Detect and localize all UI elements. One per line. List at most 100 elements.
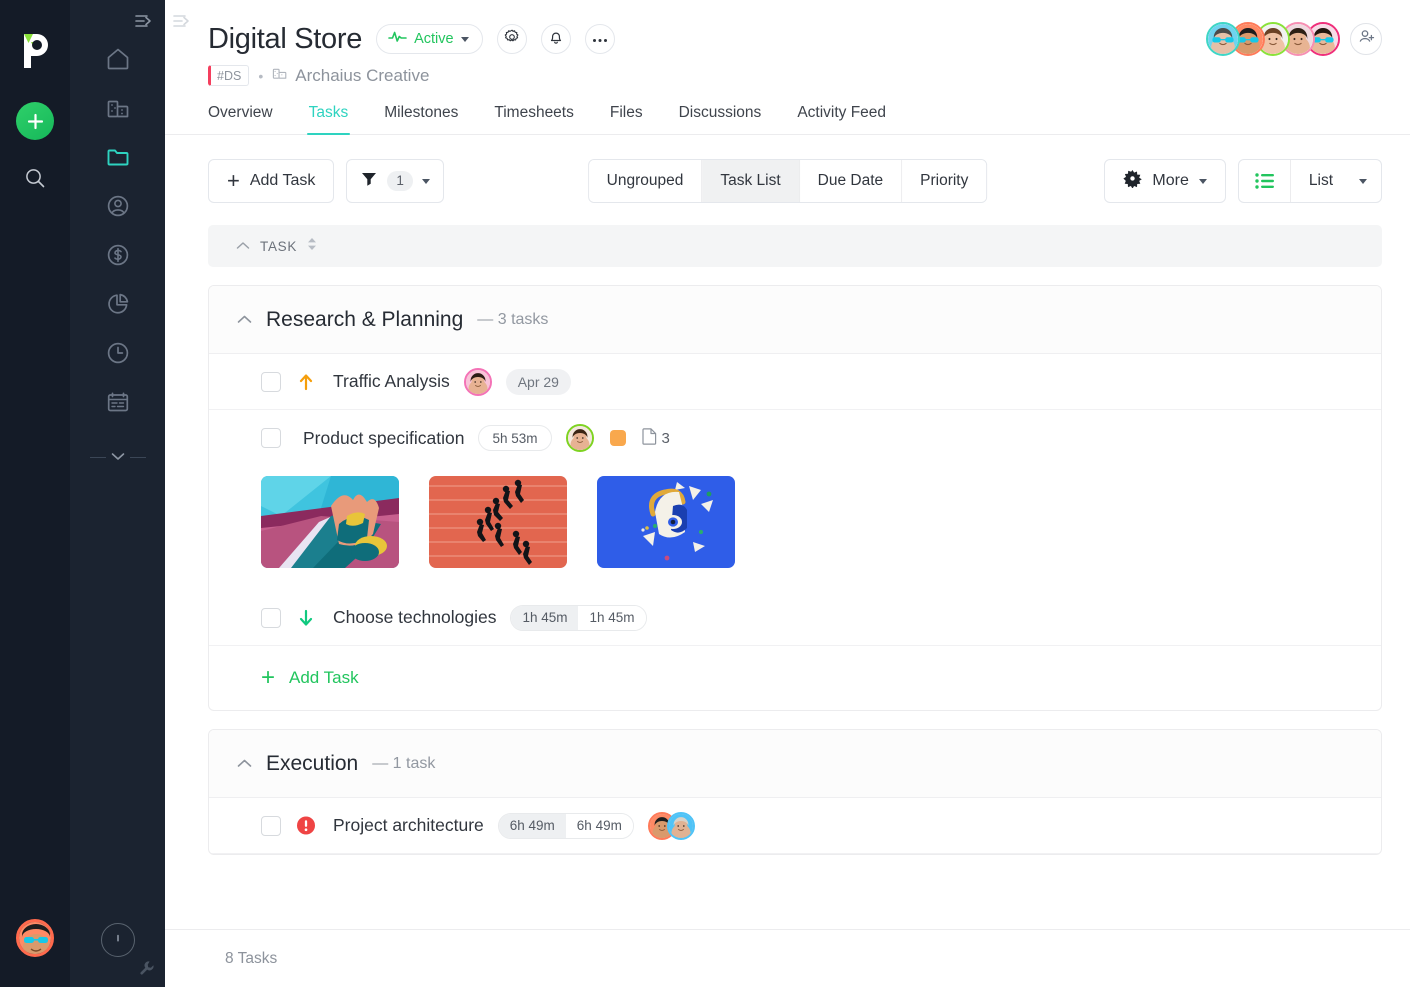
add-person-icon [1358,28,1375,50]
sidebar-item-projects[interactable] [95,136,141,182]
thumbnail-hands-artwork[interactable] [261,476,399,568]
add-task-button[interactable]: + Add Task [208,159,335,203]
time-estimate: 1h 45m [578,605,646,630]
sidebar-item-people[interactable] [95,185,141,231]
group-option-task-list[interactable]: Task List [702,160,800,202]
more-label: More [1152,172,1189,189]
project-header: Digital Store Active #DS • Archaius Crea… [165,0,1410,86]
project-tabs: Overview Tasks Milestones Timesheets Files Di… [165,104,1410,135]
nav-expand-divider[interactable] [89,448,146,466]
group-option-priority[interactable]: Priority [902,160,987,202]
task-column-header[interactable]: TASK [208,225,1382,267]
group-option-due-date[interactable]: Due Date [799,160,903,202]
tab-tasks[interactable]: Tasks [306,104,350,135]
add-member-button[interactable] [1350,23,1382,55]
pie-chart-icon [105,291,131,322]
avatar[interactable] [666,811,695,840]
group-option-ungrouped[interactable]: Ungrouped [588,160,703,202]
thumbnail-running-track[interactable] [429,476,567,568]
task-column-label: TASK [260,238,298,254]
group-task-count: — 3 tasks [477,310,549,328]
more-options-button[interactable] [584,24,615,54]
tab-overview[interactable]: Overview [208,104,273,134]
task-checkbox[interactable] [261,815,281,836]
status-badge[interactable]: Active [376,24,483,54]
grouping-segment-control: Ungrouped Task List Due Date Priority [587,159,988,203]
settings-button[interactable] [496,24,527,54]
avatar[interactable] [463,367,492,396]
notifications-button[interactable] [540,24,571,54]
sidebar-item-company[interactable] [95,87,141,133]
paymo-logo[interactable] [18,30,52,70]
group-header[interactable]: Research & Planning — 3 tasks [209,286,1381,354]
task-name[interactable]: Traffic Analysis [333,371,450,392]
tab-discussions[interactable]: Discussions [679,104,762,134]
add-task-inline-label: Add Task [289,668,359,687]
collapse-sidebar-icon[interactable] [135,14,153,33]
tasks-body: + Add Task 1 Ungrouped Task List Due Date P… [165,135,1410,929]
group-task-count: — 1 task [372,754,436,772]
task-name[interactable]: Product specification [303,428,464,449]
more-button[interactable]: More [1104,159,1226,203]
due-date-badge: Apr 29 [505,368,571,395]
time-logged: 6h 49m [498,813,566,838]
organization-link[interactable]: Archaius Creative [272,66,429,86]
info-icon[interactable] [100,923,135,957]
clock-icon [105,340,131,371]
chevron-up-icon[interactable] [236,237,250,255]
table-row[interactable]: Choose technologies 1h 45m 1h 45m [209,590,1381,646]
status-badge[interactable] [609,430,626,446]
chevron-up-icon[interactable] [237,755,252,773]
current-user-avatar[interactable] [16,919,54,957]
time-badge: 5h 53m [478,425,552,451]
sidebar-item-scheduling[interactable] [95,381,141,427]
user-circle-icon [105,193,131,224]
attachment-count[interactable]: 3 [641,427,670,449]
sidebar-item-timesheets[interactable] [95,332,141,378]
sidebar-item-dashboard[interactable] [95,38,141,84]
add-task-inline-button[interactable]: + Add Task [209,646,1381,710]
list-view-icon[interactable] [1239,160,1291,202]
building-icon [105,95,131,126]
folder-icon [105,144,131,175]
avatar[interactable] [565,424,594,452]
collapse-rail-row [70,0,165,32]
task-name[interactable]: Project architecture [333,815,484,836]
table-row[interactable]: Traffic Analysis Apr 29 [209,354,1381,410]
task-checkbox[interactable] [261,428,281,448]
wrench-icon[interactable] [139,960,155,981]
gear-icon [504,29,520,50]
member-avatar-stack[interactable] [1206,22,1340,56]
tab-timesheets[interactable]: Timesheets [494,104,574,134]
collapse-panel-icon[interactable] [173,14,191,33]
view-mode-label: List [1308,172,1333,189]
search-icon[interactable] [20,163,50,193]
quick-add-button[interactable] [16,102,54,140]
chevron-down-icon [111,448,125,466]
task-checkbox[interactable] [261,607,281,628]
filter-button[interactable]: 1 [346,159,444,203]
view-mode-dropdown[interactable]: List [1291,160,1381,202]
tab-milestones[interactable]: Milestones [384,104,458,134]
home-icon [105,46,131,77]
table-row[interactable]: Project architecture 6h 49m 6h 49m [209,798,1381,854]
chevron-up-icon[interactable] [237,311,252,329]
tasks-footer: 8 Tasks [165,929,1410,987]
table-row[interactable]: Product specification 5h 53m 3 [209,410,1381,466]
group-header[interactable]: Execution — 1 task [209,730,1381,798]
thumbnail-blue-sculpture[interactable] [597,476,735,568]
tab-activity-feed[interactable]: Activity Feed [797,104,886,134]
tab-files[interactable]: Files [610,104,643,134]
task-group: Execution — 1 task Project architecture … [208,729,1382,855]
avatar[interactable] [1206,22,1240,56]
sidebar-item-invoices[interactable] [95,234,141,280]
task-checkbox[interactable] [261,371,281,392]
group-title: Research & Planning [266,307,464,331]
add-task-label: Add Task [249,172,316,189]
assignee-stack[interactable] [647,811,695,840]
calendar-icon [105,389,131,420]
task-name[interactable]: Choose technologies [333,607,496,628]
sort-updown-icon[interactable] [307,237,317,256]
sidebar-item-reports[interactable] [95,283,141,329]
filter-count-badge: 1 [387,171,413,191]
